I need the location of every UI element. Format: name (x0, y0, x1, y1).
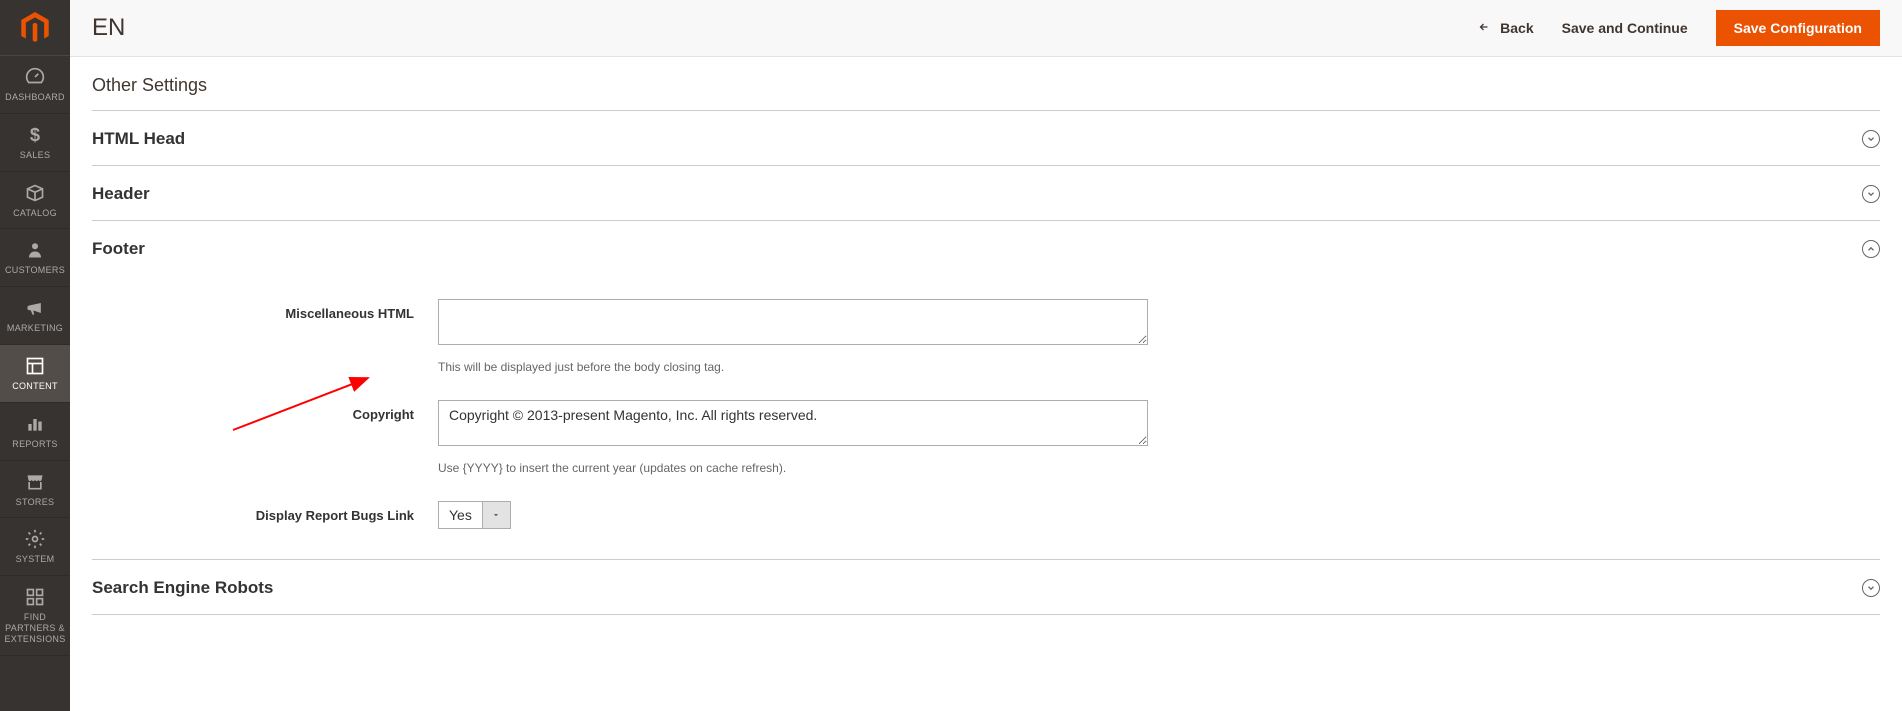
sidebar-item-system[interactable]: SYSTEM (0, 518, 70, 576)
copyright-textarea[interactable] (438, 400, 1148, 446)
sidebar-item-dashboard[interactable]: DASHBOARD (0, 56, 70, 114)
sidebar-item-label: FIND PARTNERS & EXTENSIONS (4, 612, 66, 644)
layout-icon (25, 355, 45, 377)
misc-html-row: Miscellaneous HTML This will be displaye… (92, 299, 1880, 390)
footer-fieldset-body: Miscellaneous HTML This will be displaye… (92, 275, 1880, 560)
sidebar-item-label: MARKETING (7, 323, 63, 334)
fieldset-footer[interactable]: Footer (92, 221, 1880, 275)
fieldset-html-head[interactable]: HTML Head (92, 111, 1880, 166)
bugs-link-row: Display Report Bugs Link Yes (92, 501, 1880, 529)
arrow-left-icon (1476, 20, 1492, 36)
sidebar-item-label: CATALOG (13, 208, 57, 219)
copyright-field-wrapper: Use {YYYY} to insert the current year (u… (438, 400, 1148, 491)
puzzle-icon (25, 586, 45, 608)
sidebar-item-partners[interactable]: FIND PARTNERS & EXTENSIONS (0, 576, 70, 655)
sidebar-item-sales[interactable]: $ SALES (0, 114, 70, 172)
misc-html-textarea[interactable] (438, 299, 1148, 345)
bars-icon (25, 413, 45, 435)
box-icon (25, 182, 45, 204)
store-icon (25, 471, 45, 493)
page-title: EN (92, 14, 1476, 42)
fieldset-title: Header (92, 184, 150, 204)
fieldset-header-sec[interactable]: Header (92, 166, 1880, 221)
magento-logo-icon (21, 12, 49, 44)
copyright-row: Copyright Use {YYYY} to insert the curre… (92, 400, 1880, 491)
main-area: EN Back Save and Continue Save Configura… (70, 0, 1902, 655)
bugs-link-value: Yes (438, 501, 483, 529)
chevron-down-icon (1862, 130, 1880, 148)
magento-logo[interactable] (0, 0, 70, 56)
dollar-icon: $ (25, 124, 45, 146)
chevron-down-icon (483, 501, 511, 529)
misc-html-hint: This will be displayed just before the b… (438, 360, 1148, 374)
sidebar-item-catalog[interactable]: CATALOG (0, 172, 70, 230)
misc-html-label: Miscellaneous HTML (92, 299, 438, 321)
chevron-up-icon (1862, 240, 1880, 258)
svg-text:$: $ (30, 125, 40, 145)
sidebar-item-customers[interactable]: CUSTOMERS (0, 229, 70, 287)
content: Other Settings HTML Head Header Footer M… (70, 57, 1902, 655)
gauge-icon (25, 66, 45, 88)
sidebar-item-label: CUSTOMERS (5, 265, 65, 276)
chevron-down-icon (1862, 185, 1880, 203)
copyright-label: Copyright (92, 400, 438, 422)
sidebar-item-reports[interactable]: REPORTS (0, 403, 70, 461)
topbar: EN Back Save and Continue Save Configura… (70, 0, 1902, 57)
chevron-down-icon (1862, 579, 1880, 597)
sidebar-item-label: SALES (20, 150, 51, 161)
gear-icon (25, 528, 45, 550)
fieldset-search-robots[interactable]: Search Engine Robots (92, 560, 1880, 615)
sidebar-item-label: STORES (16, 497, 55, 508)
bugs-link-select[interactable]: Yes (438, 501, 511, 529)
sidebar: DASHBOARD $ SALES CATALOG CUSTOMERS MARK… (0, 0, 70, 711)
fieldset-title: Search Engine Robots (92, 578, 273, 598)
bugs-link-field-wrapper: Yes (438, 501, 1148, 529)
back-label: Back (1500, 20, 1533, 36)
sidebar-item-stores[interactable]: STORES (0, 461, 70, 519)
misc-html-field-wrapper: This will be displayed just before the b… (438, 299, 1148, 390)
fieldset-title: Footer (92, 239, 145, 259)
copyright-hint: Use {YYYY} to insert the current year (u… (438, 461, 1148, 475)
fieldset-title: HTML Head (92, 129, 185, 149)
sidebar-item-label: CONTENT (12, 381, 58, 392)
sidebar-item-label: SYSTEM (16, 554, 55, 565)
sidebar-item-content[interactable]: CONTENT (0, 345, 70, 403)
sidebar-item-label: DASHBOARD (5, 92, 65, 103)
topbar-actions: Back Save and Continue Save Configuratio… (1476, 10, 1880, 46)
section-other-settings: Other Settings (92, 57, 1880, 111)
sidebar-item-marketing[interactable]: MARKETING (0, 287, 70, 345)
save-configuration-button[interactable]: Save Configuration (1716, 10, 1880, 46)
megaphone-icon (25, 297, 45, 319)
bugs-link-label: Display Report Bugs Link (92, 501, 438, 523)
save-continue-button[interactable]: Save and Continue (1562, 20, 1688, 36)
back-button[interactable]: Back (1476, 20, 1533, 36)
sidebar-item-label: REPORTS (12, 439, 57, 450)
person-icon (26, 239, 44, 261)
